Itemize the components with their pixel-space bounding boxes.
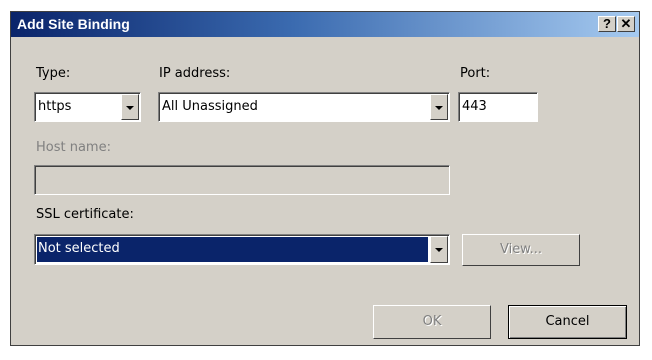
view-button[interactable]: View... [462, 234, 580, 266]
dialog-title: Add Site Binding [17, 16, 130, 32]
help-button[interactable]: ? [598, 16, 616, 32]
close-button[interactable]: ✕ [617, 16, 635, 32]
ssl-certificate-value: Not selected [38, 241, 120, 256]
port-label: Port: [460, 66, 491, 81]
ip-address-value: All Unassigned [162, 99, 258, 114]
host-name-label: Host name: [36, 140, 111, 155]
ssl-certificate-dropdown-button[interactable] [430, 236, 448, 263]
ssl-certificate-label: SSL certificate: [36, 207, 134, 222]
type-dropdown-button[interactable] [121, 94, 139, 120]
port-input[interactable]: 443 [458, 92, 538, 122]
type-value: https [38, 99, 72, 114]
ip-address-dropdown-button[interactable] [430, 94, 448, 120]
host-name-input[interactable] [34, 165, 450, 195]
cancel-button[interactable]: Cancel [508, 305, 627, 339]
type-dropdown[interactable]: https [34, 92, 141, 122]
title-bar[interactable]: Add Site Binding ? ✕ [11, 12, 639, 37]
type-label: Type: [36, 66, 71, 81]
ssl-certificate-dropdown[interactable]: Not selected [34, 234, 450, 265]
add-site-binding-dialog: Add Site Binding ? ✕ Type: https IP addr… [10, 11, 640, 346]
chevron-down-icon [126, 106, 134, 110]
ip-address-dropdown[interactable]: All Unassigned [158, 92, 450, 122]
ok-button[interactable]: OK [373, 305, 491, 339]
chevron-down-icon [435, 106, 443, 110]
port-value: 443 [462, 99, 487, 114]
ip-address-label: IP address: [159, 66, 231, 81]
chevron-down-icon [435, 248, 443, 252]
